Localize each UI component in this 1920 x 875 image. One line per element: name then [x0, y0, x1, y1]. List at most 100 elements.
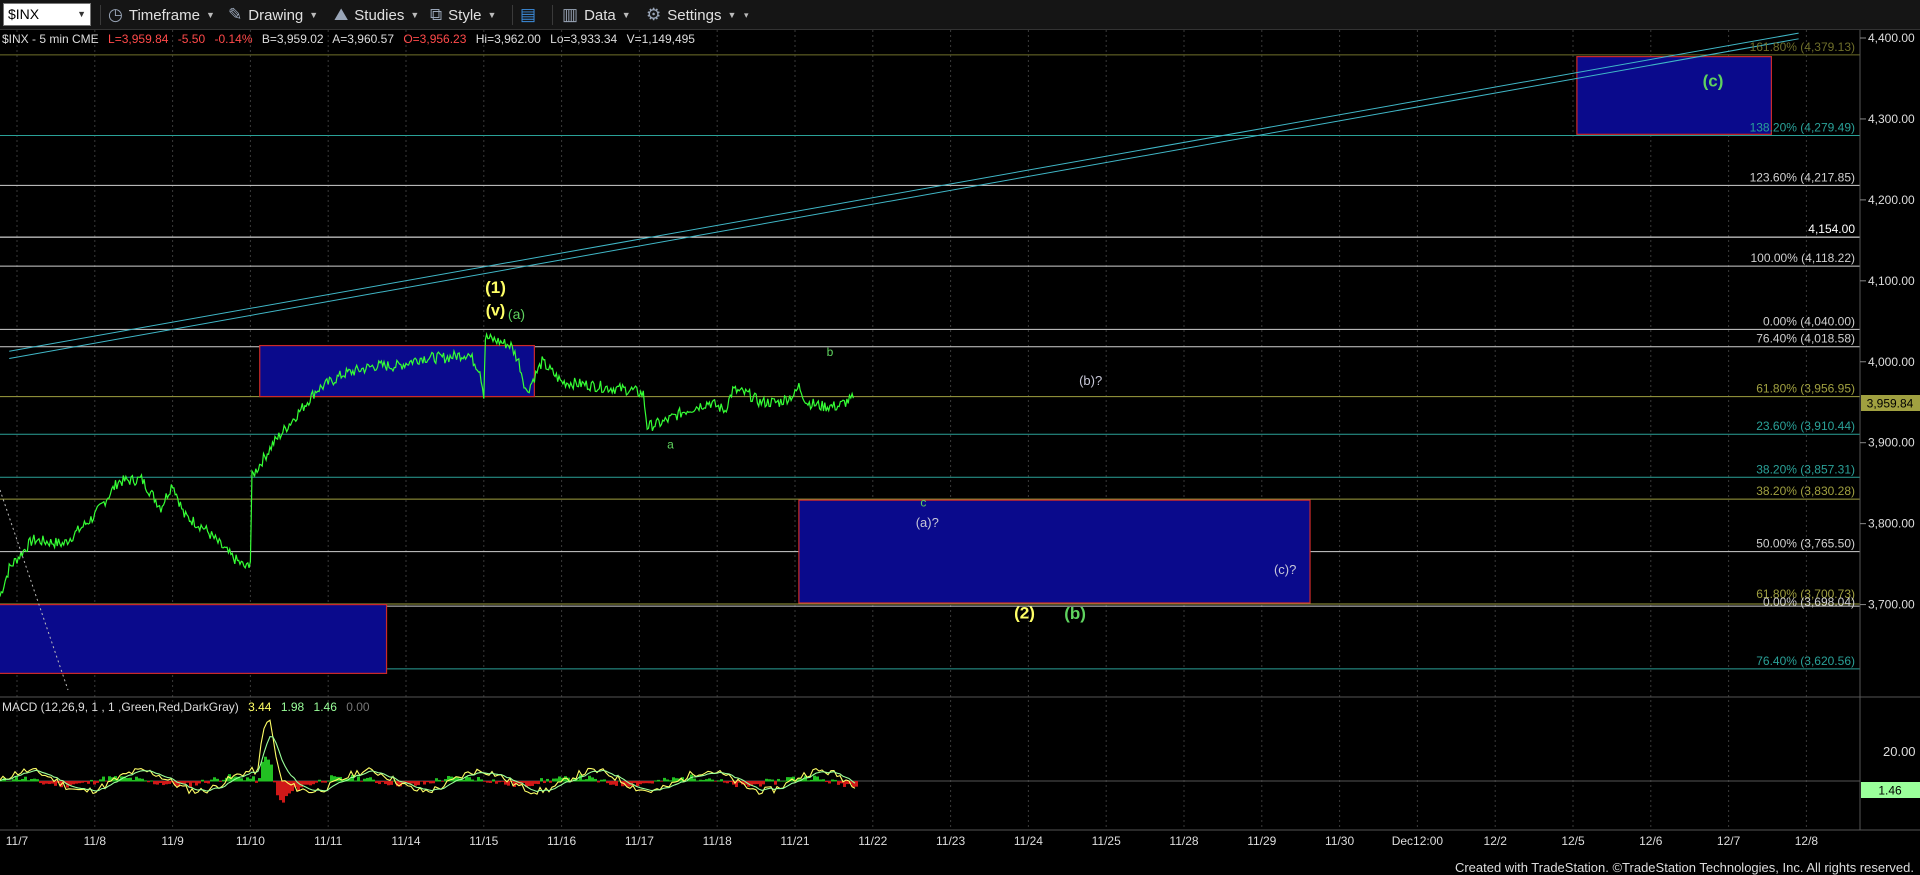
symbol-input[interactable]: $INX ▼ — [3, 3, 91, 26]
toolbar-overflow-button[interactable]: ▾ — [744, 3, 749, 27]
macd-value-3: 1.46 — [314, 700, 338, 714]
macd-histogram-bar — [9, 780, 12, 782]
macd-histogram-bar — [321, 781, 324, 783]
macd-histogram-bar — [162, 781, 165, 786]
time-axis-label: 11/29 — [1247, 834, 1276, 848]
macd-histogram-bar — [828, 781, 831, 784]
macd-histogram-bar — [594, 778, 597, 782]
macd-histogram-bar — [615, 781, 618, 786]
macd-histogram-bar — [168, 781, 171, 784]
macd-histogram-bar — [549, 781, 552, 783]
macd-histogram-bar — [429, 781, 432, 784]
macd-histogram-bar — [195, 781, 198, 786]
macd-histogram-bar — [546, 778, 549, 782]
macd-histogram-bar — [825, 781, 828, 783]
style-label: Style — [448, 6, 482, 24]
macd-histogram-bar — [384, 781, 387, 784]
studies-menu[interactable]: ⛰ Studies ▼ — [334, 3, 419, 27]
wave-label: c — [920, 496, 926, 510]
drawing-label: Drawing — [248, 6, 304, 24]
style-menu[interactable]: ⧉ Style ▼ — [430, 3, 496, 27]
pencil-icon: ✎ — [228, 5, 243, 24]
macd-histogram-bar — [420, 781, 423, 782]
macd-histogram-bar — [18, 779, 21, 782]
time-axis-label: 11/22 — [858, 834, 887, 848]
toolbar: $INX ▼ ◷ Timeframe ▼ ✎ Drawing ▼ ⛰ Studi… — [0, 0, 1920, 30]
fib-level-label: 161.80% (4,379.13) — [1750, 40, 1855, 54]
macd-histogram-bar — [654, 780, 657, 782]
macd-histogram-bar — [480, 779, 483, 782]
chart-area[interactable]: 161.80% (4,379.13) 138.20% (4,279.49) 123.… — [0, 30, 1920, 860]
volume: V=1,149,495 — [627, 32, 696, 46]
time-axis-label: 12/6 — [1639, 834, 1663, 848]
macd-histogram-bar — [360, 781, 363, 782]
macd-histogram-bar — [639, 781, 642, 785]
chevron-down-icon: ▼ — [309, 10, 319, 20]
macd-histogram-bar — [378, 781, 381, 785]
macd-histogram-bar — [813, 775, 816, 782]
macd-histogram-bar — [129, 777, 132, 782]
macd-histogram-bar — [159, 781, 162, 784]
time-axis-label: 11/7 — [6, 834, 29, 848]
timeframe-menu[interactable]: ◷ Timeframe ▼ — [108, 3, 215, 27]
drawing-menu[interactable]: ✎ Drawing ▼ — [228, 3, 318, 27]
target-box-3 — [0, 603, 388, 674]
macd-histogram-bar — [192, 781, 195, 783]
time-axis-label: 11/16 — [547, 834, 576, 848]
macd-histogram-bar — [213, 777, 216, 782]
open-price: O=3,956.23 — [403, 32, 466, 46]
macd-histogram-bar — [495, 781, 498, 784]
macd-histogram-bar — [207, 781, 210, 784]
data-menu[interactable]: ▥ Data ▼ — [562, 3, 631, 27]
macd-histogram-bar — [357, 776, 360, 782]
macd-histogram-bar — [660, 781, 663, 782]
layout-button[interactable]: ▤ — [520, 3, 536, 27]
studies-label: Studies — [354, 6, 405, 24]
macd-histogram-bar — [588, 775, 591, 782]
macd-histogram-bar — [762, 781, 765, 785]
macd-histogram-bar — [648, 781, 651, 784]
macd-histogram-bar — [810, 779, 813, 782]
macd-histogram-bar — [186, 781, 189, 783]
macd-histogram-bar — [249, 778, 252, 782]
macd-histogram-bar — [276, 781, 279, 796]
macd-histogram-bar — [324, 781, 327, 783]
macd-histogram-bar — [477, 777, 480, 782]
current-price-label: 3,959.84 — [1867, 397, 1914, 411]
macd-histogram-bar — [426, 781, 429, 783]
target-box-4 — [1576, 56, 1772, 135]
macd-histogram-bar — [156, 781, 159, 785]
macd-histogram-bar — [723, 781, 726, 783]
fib-level-label: 4,154.00 — [1808, 222, 1855, 236]
macd-histogram-bar — [261, 761, 264, 782]
macd-histogram-bar — [246, 777, 249, 782]
macd-histogram-bar — [318, 779, 321, 782]
time-axis-label: 11/15 — [469, 834, 498, 848]
last-price: L=3,959.84 — [108, 32, 169, 46]
macd-histogram-bar — [126, 777, 129, 782]
footer-copyright: Created with TradeStation. ©TradeStation… — [1454, 860, 1914, 875]
macd-histogram-bar — [327, 780, 330, 782]
macd-histogram-bar — [354, 780, 357, 782]
time-axis-label: 11/24 — [1014, 834, 1043, 848]
macd-histogram-bar — [132, 779, 135, 782]
macd-histogram-bar — [759, 781, 762, 787]
macd-histogram-bar — [711, 779, 714, 782]
macd-histogram-bar — [708, 778, 711, 782]
macd-histogram-bar — [753, 781, 756, 785]
macd-histogram-bar — [489, 781, 492, 783]
chevron-down-icon: ▼ — [621, 10, 631, 20]
data-label: Data — [584, 6, 616, 24]
time-axis-label: 11/18 — [703, 834, 732, 848]
wave-label: (1) — [485, 278, 506, 297]
settings-menu[interactable]: ⚙ Settings ▼ — [646, 3, 736, 27]
macd-histogram-bar — [636, 781, 639, 787]
macd-histogram-bar — [264, 756, 267, 782]
macd-histogram-bar — [780, 780, 783, 782]
macd-histogram-bar — [585, 779, 588, 782]
macd-histogram-bar — [87, 781, 90, 784]
symbol-desc: $INX - 5 min CME — [2, 32, 99, 46]
symbol-dropdown-icon[interactable]: ▼ — [77, 9, 86, 19]
macd-histogram-bar — [582, 779, 585, 782]
layout-icon: ▤ — [520, 5, 537, 24]
